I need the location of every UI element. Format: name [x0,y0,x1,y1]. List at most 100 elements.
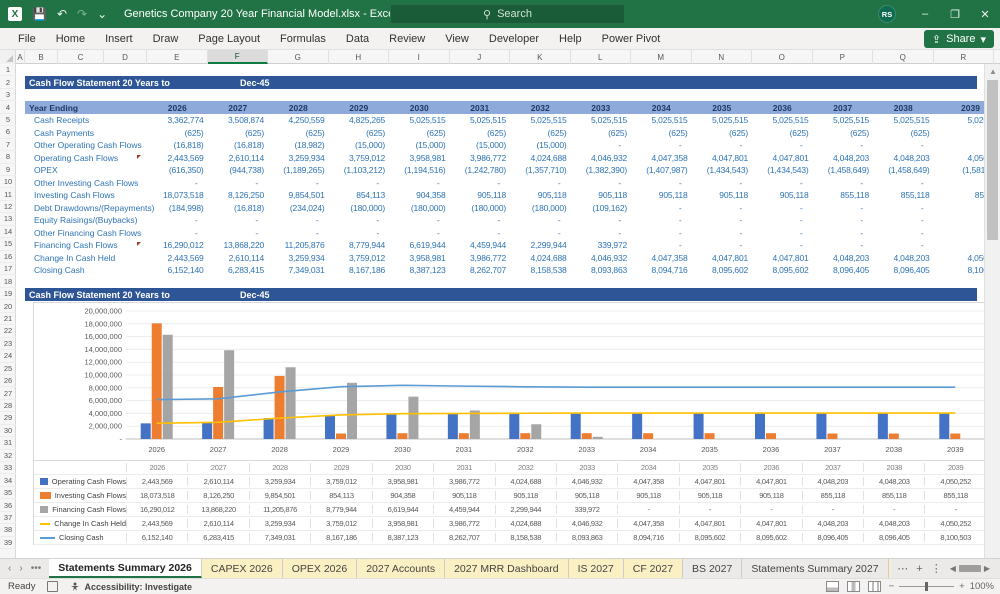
bar-operating-cash-flows[interactable] [386,413,397,439]
statement-cell[interactable]: (625) [752,128,813,138]
row-header-35[interactable]: 35 [0,487,16,500]
statement-cell[interactable]: 5,025,515 [389,115,450,125]
row-header-25[interactable]: 25 [0,363,16,375]
statement-cell[interactable]: (1,434,543) [752,165,813,175]
statement-cell[interactable]: (625) [389,128,450,138]
statement-cell[interactable]: 3,986,772 [450,153,511,163]
row-header-32[interactable]: 32 [0,450,16,462]
ribbon-tab-power-pivot[interactable]: Power Pivot [592,30,671,48]
ribbon-tab-home[interactable]: Home [46,30,95,48]
statement-cell[interactable]: - [692,203,753,213]
row-header-20[interactable]: 20 [0,300,16,313]
ribbon-tab-draw[interactable]: Draw [143,30,189,48]
statement-cell[interactable]: 8,779,944 [329,240,390,250]
row-header-21[interactable]: 21 [0,313,16,326]
statement-cell[interactable]: - [450,178,511,188]
statement-cell[interactable]: (234,024) [268,203,329,213]
sheet-nav-right-icon[interactable]: › [19,563,22,574]
statement-cell[interactable]: - [752,215,813,225]
statement-cell[interactable]: - [813,215,874,225]
undo-icon[interactable]: ↶ [57,7,67,21]
statement-cell[interactable]: (625) [692,128,753,138]
statement-cell[interactable]: 8,387,123 [389,265,450,275]
vertical-scrollbar[interactable]: ▲ [984,64,1000,558]
statement-cell[interactable]: 4,047,358 [631,253,692,263]
statement-cell[interactable]: 8,262,707 [450,265,511,275]
close-button[interactable]: ✕ [970,0,1000,28]
statement-cell[interactable]: - [571,228,632,238]
statement-cell[interactable]: - [752,140,813,150]
statement-cell[interactable]: (625) [631,128,692,138]
statement-cell[interactable]: (625) [813,128,874,138]
bar-operating-cash-flows[interactable] [509,413,520,439]
statement-cell[interactable]: 4,047,801 [752,253,813,263]
statement-cell[interactable]: (18,982) [268,140,329,150]
add-sheet-icon[interactable]: + [916,563,922,575]
statement-cell[interactable]: (180,000) [450,203,511,213]
bar-investing-cash-flows[interactable] [213,386,224,439]
statement-cell[interactable]: - [450,215,511,225]
bar-operating-cash-flows[interactable] [202,422,213,439]
minimize-button[interactable]: – [910,0,940,28]
tab-options-icon[interactable]: ⋮ [931,562,942,575]
sheet-tab-statements-summary-2026[interactable]: Statements Summary 2026 [49,559,202,578]
hscroll-right-icon[interactable]: ▶ [984,564,990,573]
statement-cell[interactable]: 5,025,515 [692,115,753,125]
search-box[interactable]: ⚲ Search [390,4,625,24]
row-header-18[interactable]: 18 [0,275,16,288]
statement-cell[interactable]: (1,458,649) [813,165,874,175]
statement-cell[interactable]: - [873,203,934,213]
statement-cell[interactable]: - [389,178,450,188]
statement-cell[interactable]: 4,047,801 [692,153,753,163]
statement-cell[interactable]: - [631,140,692,150]
redo-icon[interactable]: ↷ [77,7,87,21]
statement-cell[interactable]: - [208,178,269,188]
statement-cell[interactable]: (625) [450,128,511,138]
statement-cell[interactable]: 4,047,358 [631,153,692,163]
statement-cell[interactable]: - [147,228,208,238]
ribbon-tab-formulas[interactable]: Formulas [270,30,336,48]
bar-investing-cash-flows[interactable] [274,375,285,439]
statement-cell[interactable]: 4,024,688 [510,253,571,263]
statement-cell[interactable]: 11,205,876 [268,240,329,250]
column-header-G[interactable]: G [268,50,329,64]
statement-cell[interactable]: 4,048,203 [813,253,874,263]
statement-cell[interactable]: 8,126,250 [208,190,269,200]
row-header-27[interactable]: 27 [0,387,16,400]
statement-cell[interactable]: 2,610,114 [208,253,269,263]
statement-cell[interactable]: 5,025,515 [450,115,511,125]
statement-cell[interactable]: (15,000) [450,140,511,150]
statement-cell[interactable]: 8,094,716 [631,265,692,275]
statement-cell[interactable]: 4,046,932 [571,153,632,163]
column-header-A[interactable]: A [16,50,25,64]
statement-cell[interactable]: 2,443,569 [147,153,208,163]
statement-cell[interactable]: 3,958,981 [389,253,450,263]
customize-qat-icon[interactable]: ⌄ [97,7,107,21]
bar-investing-cash-flows[interactable] [643,433,654,439]
statement-cell[interactable]: - [873,240,934,250]
statement-cell[interactable]: 3,759,012 [329,153,390,163]
statement-cell[interactable]: - [329,228,390,238]
statement-cell[interactable]: 905,118 [571,190,632,200]
statement-cell[interactable]: - [510,178,571,188]
vertical-scroll-thumb[interactable] [987,80,998,240]
sheet-tab-2027-accounts[interactable]: 2027 Accounts [357,559,446,578]
sheet-tab-statements-summary-2027[interactable]: Statements Summary 2027 [742,559,889,578]
statement-cell[interactable]: - [571,178,632,188]
ribbon-tab-insert[interactable]: Insert [95,30,143,48]
bar-investing-cash-flows[interactable] [520,433,531,439]
statement-cell[interactable]: 4,047,801 [752,153,813,163]
statement-cell[interactable]: (625) [147,128,208,138]
ribbon-tab-developer[interactable]: Developer [479,30,549,48]
row-header-10[interactable]: 10 [0,176,16,189]
statement-cell[interactable]: 7,349,031 [268,265,329,275]
bar-operating-cash-flows[interactable] [140,423,151,439]
statement-cell[interactable]: (1,382,390) [571,165,632,175]
statement-cell[interactable]: 8,093,863 [571,265,632,275]
statement-cell[interactable]: 6,283,415 [208,265,269,275]
statement-cell[interactable]: - [692,215,753,225]
ribbon-tab-view[interactable]: View [435,30,479,48]
statement-cell[interactable]: 4,046,932 [571,253,632,263]
statement-cell[interactable]: - [268,215,329,225]
statement-cell[interactable]: - [813,140,874,150]
